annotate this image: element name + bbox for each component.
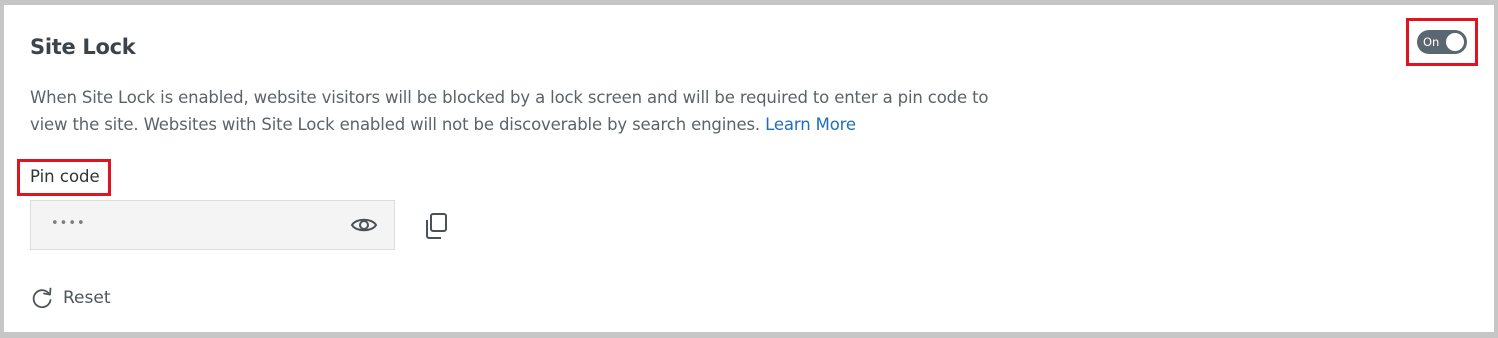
pin-code-field[interactable]: •••• xyxy=(30,200,395,250)
description: When Site Lock is enabled, website visit… xyxy=(30,84,990,138)
refresh-icon xyxy=(30,286,54,310)
site-lock-card: Site Lock On When Site Lock is enabled, … xyxy=(4,5,1494,332)
learn-more-link[interactable]: Learn More xyxy=(765,115,856,134)
toggle-label: On xyxy=(1423,35,1440,49)
pin-code-label: Pin code xyxy=(30,167,100,186)
toggle-knob xyxy=(1446,33,1464,51)
copy-icon[interactable] xyxy=(424,212,450,240)
reset-label: Reset xyxy=(63,288,111,308)
eye-icon[interactable] xyxy=(349,214,379,236)
site-lock-toggle[interactable]: On xyxy=(1417,30,1467,54)
pin-code-value: •••• xyxy=(51,216,86,231)
section-title: Site Lock xyxy=(30,35,136,59)
reset-button[interactable]: Reset xyxy=(30,284,111,312)
